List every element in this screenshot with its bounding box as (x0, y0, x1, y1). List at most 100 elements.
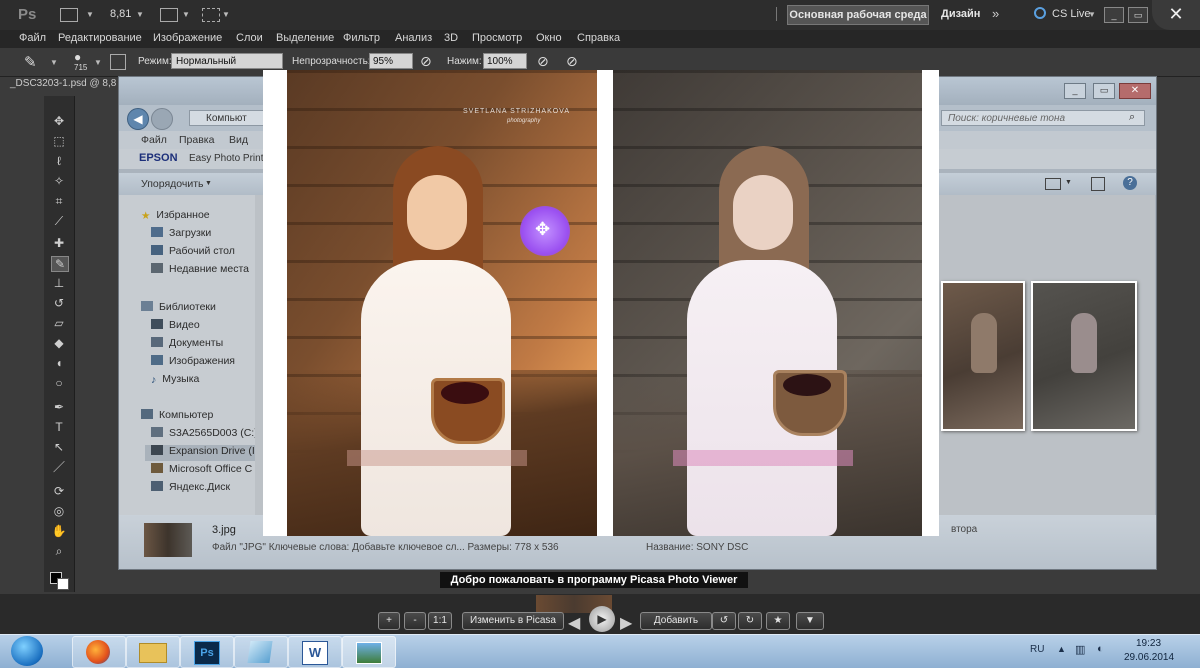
zoom-out-button[interactable]: - (404, 612, 426, 630)
file-thumbnail[interactable] (941, 281, 1025, 431)
menu-window[interactable]: Окно (536, 32, 562, 44)
taskbar-word[interactable]: W (288, 636, 342, 668)
close-icon[interactable]: ✕ (1152, 0, 1200, 30)
taskbar-photoshop[interactable]: Ps (180, 636, 234, 668)
minimize-icon[interactable]: _ (1064, 83, 1086, 99)
clock-date[interactable]: 29.06.2014 (1124, 652, 1174, 663)
design-workspace-label[interactable]: Дизайн (941, 8, 980, 20)
bucket-icon[interactable]: ◆ (51, 336, 67, 350)
dodge-icon[interactable]: ○ (51, 376, 67, 390)
menu-edit[interactable]: Редактирование (58, 32, 142, 44)
line-icon[interactable]: ／ (51, 460, 67, 474)
next-icon[interactable]: ▶ (620, 613, 632, 633)
rotate-right-icon[interactable]: ↻ (738, 612, 762, 630)
pen-icon[interactable]: ✒ (51, 400, 67, 414)
zoom-in-button[interactable]: + (378, 612, 400, 630)
nav-images[interactable]: Изображения (151, 355, 235, 371)
3d-orbit-icon[interactable]: ◎ (51, 504, 67, 518)
hand-icon[interactable]: ✋ (51, 524, 67, 538)
organize-button[interactable]: Упорядочить (141, 178, 203, 190)
background-color-swatch[interactable] (57, 578, 69, 590)
actual-size-button[interactable]: 1:1 (428, 612, 452, 630)
brush-preset-icon[interactable]: ✎ (24, 53, 37, 71)
menu-layers[interactable]: Слои (236, 32, 263, 44)
menu-select[interactable]: Выделение (276, 32, 334, 44)
show-hidden-icons-icon[interactable]: ▲ (1057, 644, 1066, 654)
view-options-icon[interactable] (1045, 178, 1061, 190)
help-icon[interactable]: ? (1123, 176, 1137, 190)
more-options-icon[interactable]: ▼ (796, 612, 824, 630)
nav-downloads[interactable]: Загрузки (151, 227, 211, 243)
taskbar-notepad[interactable] (234, 636, 288, 668)
menu-view[interactable]: Вид (229, 134, 248, 146)
nav-libraries[interactable]: Библиотеки (141, 301, 216, 317)
star-icon[interactable]: ★ (766, 612, 790, 630)
stamp-icon[interactable]: ⊥ (51, 276, 67, 290)
start-button[interactable] (11, 636, 43, 666)
nav-drive-c[interactable]: S3A2565D003 (C:) (151, 427, 258, 443)
restore-icon[interactable]: ▭ (1128, 7, 1148, 23)
opacity-field[interactable]: 95% (369, 53, 413, 69)
path-select-icon[interactable]: ↖ (51, 440, 67, 454)
taskbar-explorer[interactable] (126, 636, 180, 668)
tablet-size-icon[interactable]: ⊘ (566, 53, 578, 70)
back-icon[interactable]: ◀ (127, 108, 149, 130)
zoom-level[interactable]: 8,81 (110, 8, 131, 20)
language-indicator[interactable]: RU (1030, 644, 1044, 655)
menu-filter[interactable]: Фильтр (343, 32, 380, 44)
airbrush-icon[interactable]: ⊘ (537, 53, 549, 70)
eraser-icon[interactable]: ▱ (51, 316, 67, 330)
menu-edit[interactable]: Правка (179, 134, 214, 146)
menu-3d[interactable]: 3D (444, 32, 458, 44)
healing-icon[interactable]: ✚ (51, 236, 67, 250)
nav-favorites[interactable]: ★ Избранное (141, 209, 210, 225)
close-icon[interactable]: ✕ (1119, 83, 1151, 99)
rotate-left-icon[interactable]: ↺ (712, 612, 736, 630)
previous-icon[interactable]: ◀ (568, 613, 580, 633)
play-slideshow-icon[interactable]: ▶ (589, 606, 615, 632)
menu-file[interactable]: Файл (19, 32, 46, 44)
brush-icon[interactable]: ✎ (51, 256, 69, 272)
brush-panel-icon[interactable] (110, 54, 126, 70)
menu-file[interactable]: Файл (141, 134, 167, 146)
zoom-icon[interactable]: ⌕ (51, 544, 67, 558)
minimize-icon[interactable]: _ (1104, 7, 1124, 23)
move-icon[interactable]: ✥ (51, 114, 67, 128)
quick-select-icon[interactable]: ✧ (51, 174, 67, 188)
restore-icon[interactable]: ▭ (1093, 83, 1115, 99)
nav-yandex-disk[interactable]: Яндекс.Диск (151, 481, 230, 497)
blur-icon[interactable]: ◖ (51, 356, 67, 370)
search-input[interactable]: Поиск: коричневые тона (941, 110, 1145, 126)
nav-documents[interactable]: Документы (151, 337, 223, 353)
pressure-field[interactable]: 100% (483, 53, 527, 69)
clock-time[interactable]: 19:23 (1136, 638, 1161, 649)
crop-icon[interactable]: ⌗ (51, 194, 67, 208)
network-icon[interactable]: ▥ (1075, 643, 1085, 656)
arrange-documents-icon[interactable] (160, 8, 178, 22)
document-tab[interactable]: _DSC3203-1.psd @ 8,8 (10, 78, 120, 94)
mode-select[interactable]: Нормальный (171, 53, 283, 69)
workspace-button[interactable]: Основная рабочая среда (787, 5, 929, 25)
menu-image[interactable]: Изображение (153, 32, 222, 44)
menu-view[interactable]: Просмотр (472, 32, 522, 44)
cslive-label[interactable]: CS Live (1052, 8, 1091, 20)
nav-recent[interactable]: Недавние места (151, 263, 249, 279)
preview-pane-icon[interactable] (1091, 177, 1105, 191)
lasso-icon[interactable]: ℓ (51, 154, 67, 168)
nav-video[interactable]: Видео (151, 319, 200, 335)
nav-desktop[interactable]: Рабочий стол (151, 245, 235, 261)
taskbar-picasa-viewer[interactable] (342, 636, 396, 668)
menu-analysis[interactable]: Анализ (395, 32, 432, 44)
edit-in-picasa-button[interactable]: Изменить в Picasa (462, 612, 564, 630)
address-field[interactable]: Компьют (189, 110, 269, 126)
nav-music[interactable]: ♪ Музыка (151, 373, 199, 389)
3d-rotate-icon[interactable]: ⟳ (51, 484, 67, 498)
screen-mode-icon[interactable] (202, 8, 220, 22)
text-icon[interactable]: T (51, 420, 67, 434)
history-brush-icon[interactable]: ↺ (51, 296, 67, 310)
forward-icon[interactable] (151, 108, 173, 130)
nav-computer[interactable]: Компьютер (141, 409, 213, 425)
file-thumbnail[interactable] (1031, 281, 1137, 431)
taskbar-firefox[interactable] (72, 636, 126, 668)
nav-office[interactable]: Microsoft Office C (151, 463, 252, 479)
